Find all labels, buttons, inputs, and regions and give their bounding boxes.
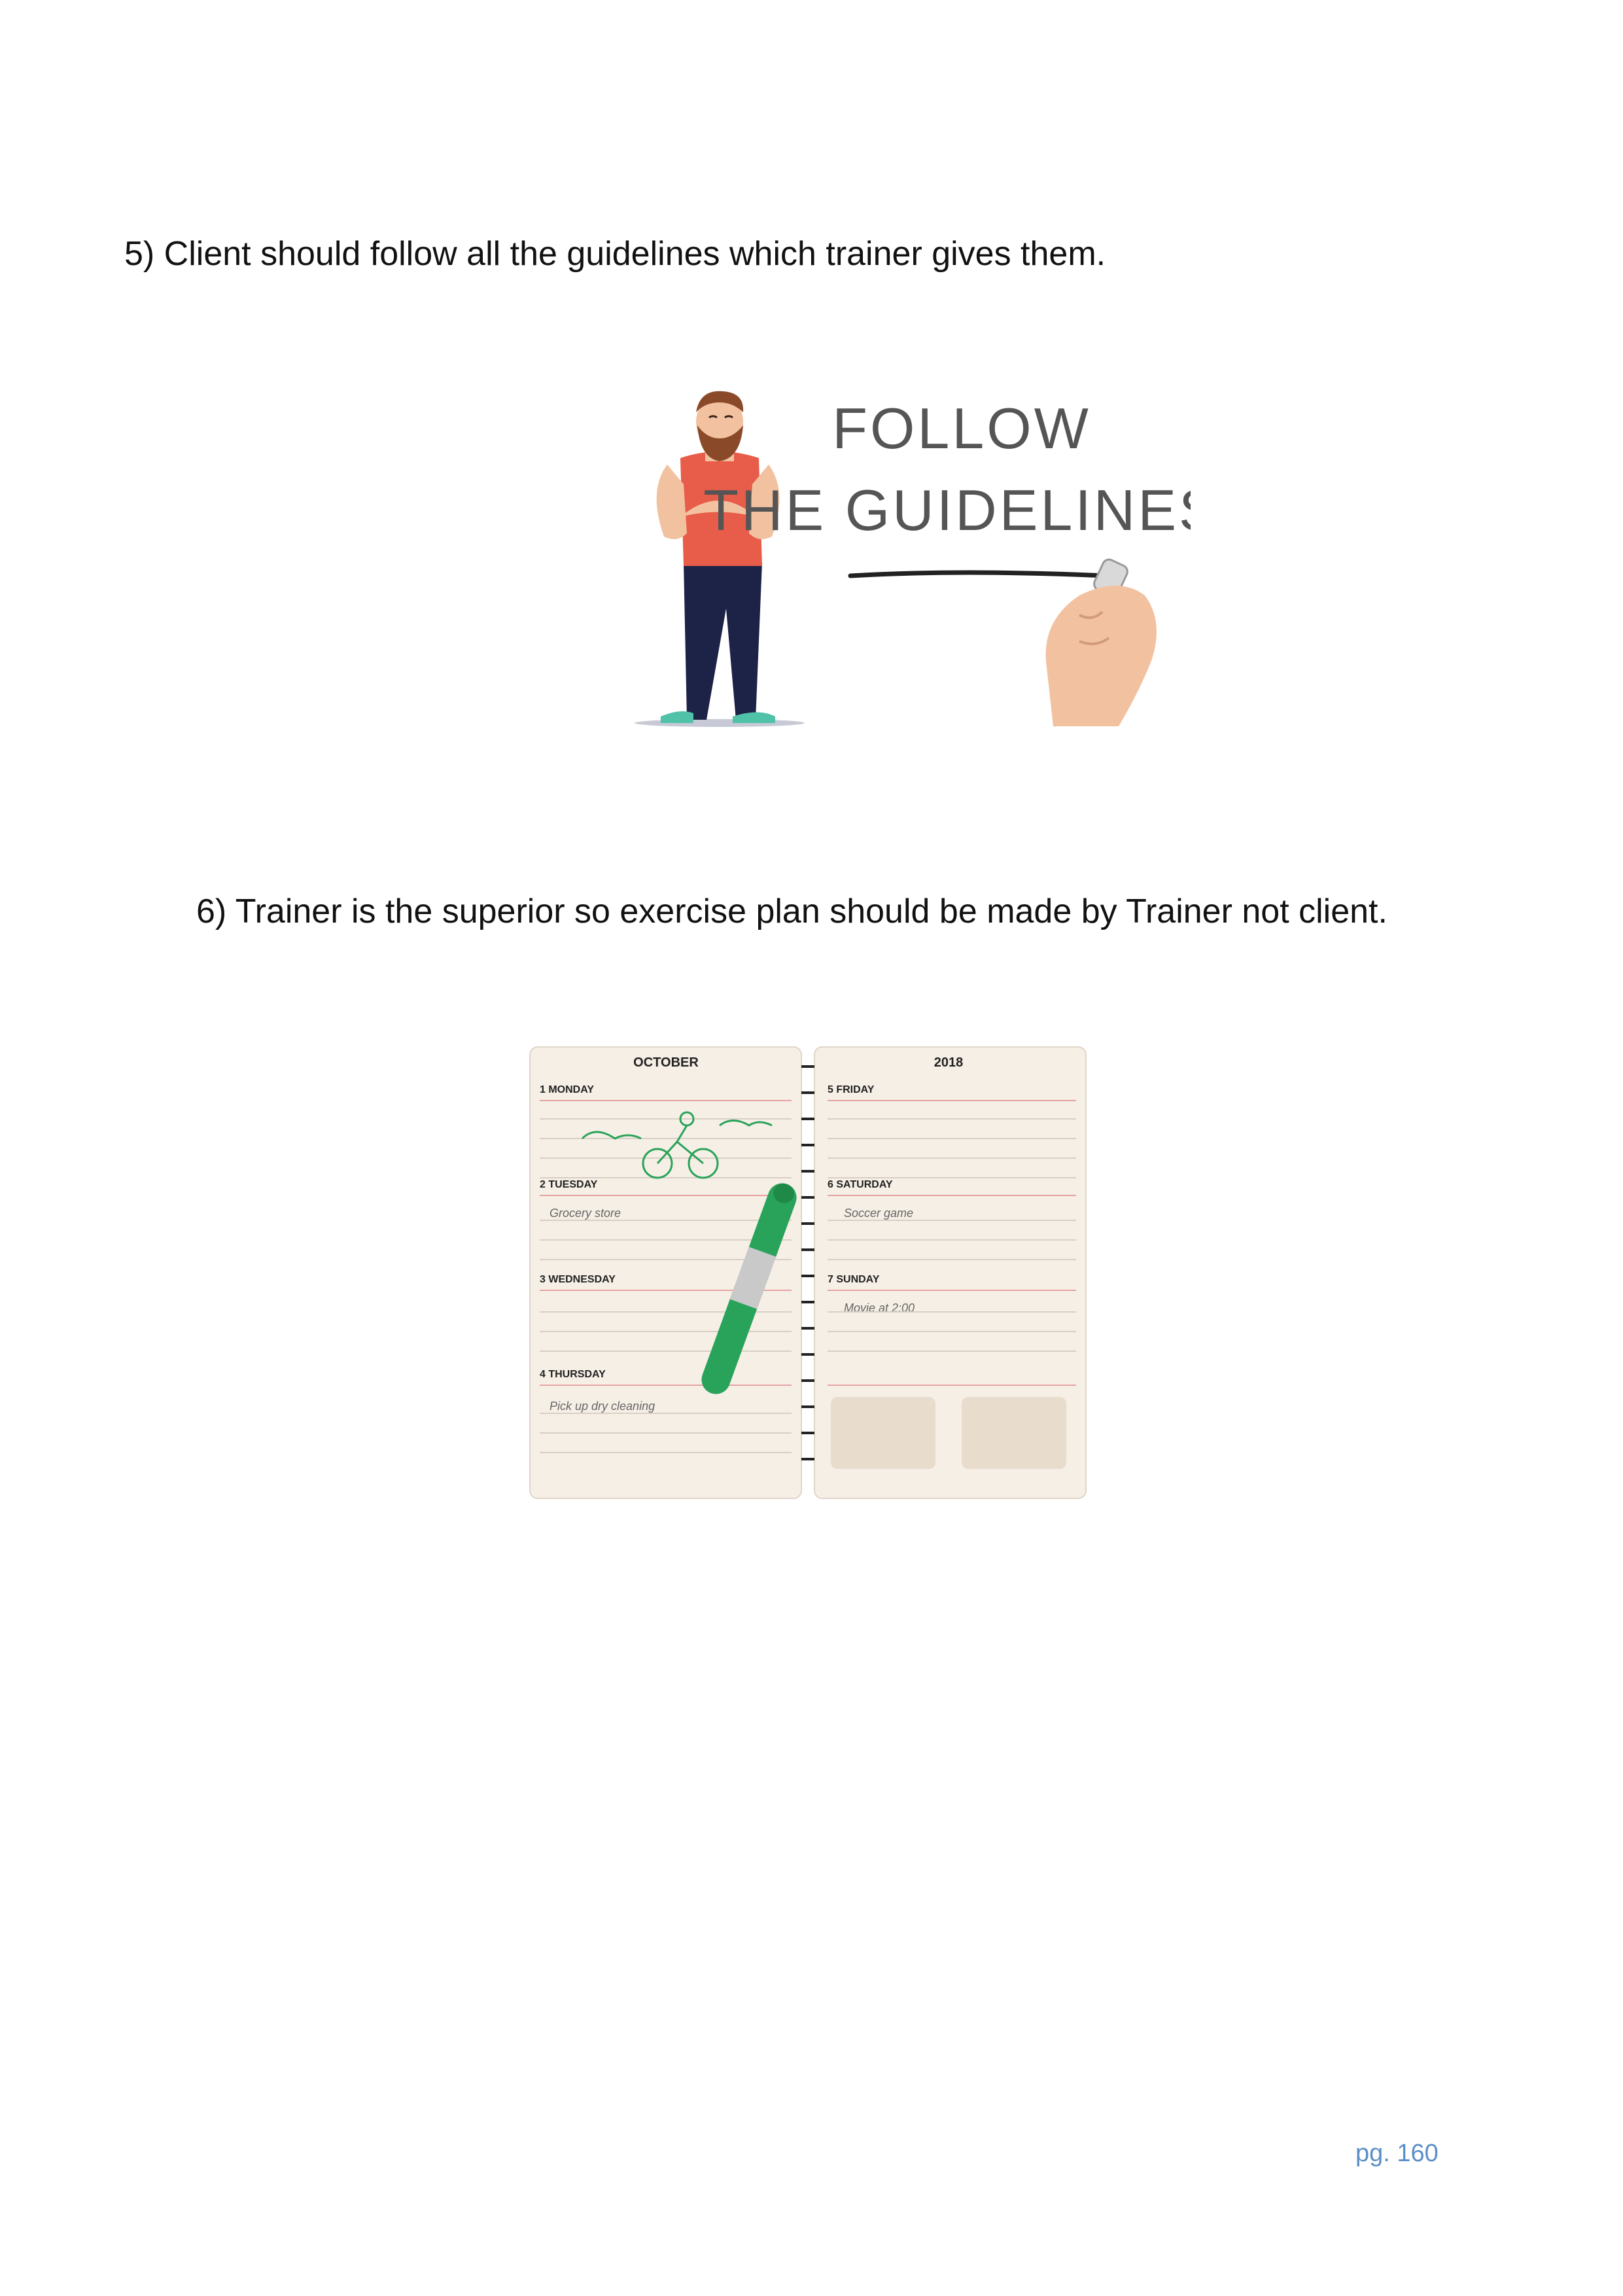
day-label-tuesday: 2 TUESDAY [540,1179,598,1190]
follow-heading-line1: FOLLOW [832,396,1091,461]
day-label-friday: 5 FRIDAY [828,1084,875,1095]
day-label-monday: 1 MONDAY [540,1084,594,1095]
trainer-figure [635,391,805,727]
planner-note-box-2 [962,1397,1066,1469]
day-label-sunday: 7 SUNDAY [828,1274,880,1285]
planner-note-box-1 [831,1397,935,1469]
planner-month: OCTOBER [633,1055,699,1070]
page-number: pg. 160 [1355,2140,1439,2167]
note-thursday: Pick up dry cleaning [550,1400,655,1413]
hand-with-marker [1045,558,1157,726]
paragraph-follow-guidelines: 5) Client should follow all the guidelin… [124,235,1106,273]
note-saturday: Soccer game [844,1207,913,1220]
planner-notebook-illustration: OCTOBER 2018 1 MONDAY 2 TUESDAY 3 WEDNES… [523,1040,1099,1511]
day-label-saturday: 6 SATURDAY [828,1179,893,1190]
day-label-wednesday: 3 WEDNESDAY [540,1274,616,1285]
planner-year: 2018 [934,1055,964,1070]
marker-underline [848,570,1108,578]
note-tuesday: Grocery store [550,1207,621,1220]
spiral-binding [801,1065,814,1460]
follow-guidelines-illustration: FOLLOW THE GUIDELINES [621,386,1217,792]
paragraph-trainer-plan: 6) Trainer is the superior so exercise p… [196,892,1387,930]
follow-heading-line2: THE GUIDELINES [703,478,1191,542]
day-label-thursday: 4 THURSDAY [540,1369,606,1380]
